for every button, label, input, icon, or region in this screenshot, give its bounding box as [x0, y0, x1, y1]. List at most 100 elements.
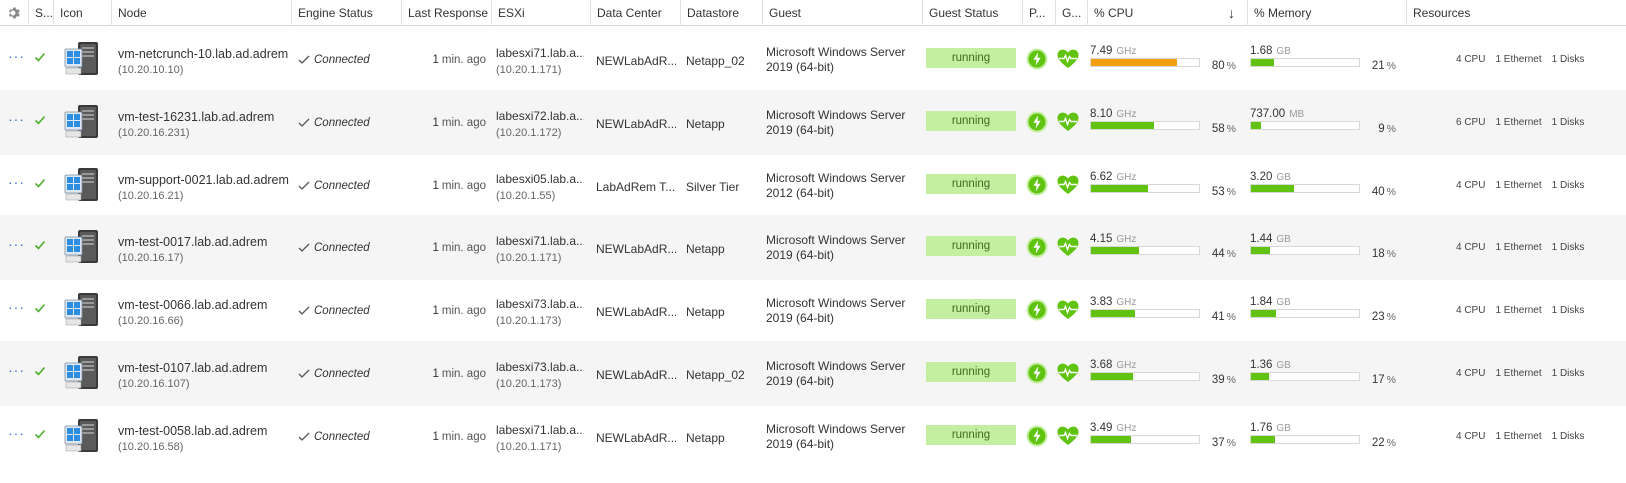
status-check-icon	[34, 241, 46, 251]
cpu-unit: GHz	[1116, 171, 1137, 183]
row-menu-button[interactable]: ···	[8, 178, 25, 186]
row-menu-button[interactable]: ···	[8, 429, 25, 437]
esxi-host-ip: (10.20.1.172)	[496, 126, 562, 139]
memory-usage-bar	[1250, 58, 1360, 67]
node-name[interactable]: vm-netcrunch-10.lab.ad.adrem	[118, 47, 288, 61]
esxi-host-name[interactable]: labesxi71.lab.a...	[496, 46, 584, 60]
table-row[interactable]: ··· vm-test-0107.lab.ad.adrem (10.20.16.…	[0, 341, 1626, 406]
memory-percent: 17%	[1360, 374, 1396, 386]
heartbeat-icon[interactable]	[1056, 362, 1080, 384]
column-header-memory[interactable]: % Memory	[1247, 0, 1406, 26]
status-check-icon	[34, 429, 46, 439]
column-header-guest-status[interactable]: Guest Status	[922, 0, 1022, 26]
memory-unit: GB	[1276, 171, 1291, 183]
row-menu-button[interactable]: ···	[8, 303, 25, 311]
table-row[interactable]: ··· vm-test-0066.lab.ad.adrem (10.20.16.…	[0, 278, 1626, 343]
memory-value: 1.68 GB	[1250, 43, 1291, 57]
power-icon[interactable]	[1026, 362, 1048, 384]
cpu-unit: GHz	[1116, 422, 1137, 434]
node-name[interactable]: vm-test-0058.lab.ad.adrem	[118, 424, 267, 438]
datastore: Netapp	[686, 430, 725, 445]
resource-disks: 1 Disks	[1551, 242, 1585, 254]
column-header-node[interactable]: Node	[111, 0, 291, 26]
cpu-amount: 3.68	[1090, 359, 1113, 371]
node-name[interactable]: vm-test-0017.lab.ad.adrem	[118, 235, 267, 249]
column-header-esxi[interactable]: ESXi	[491, 0, 590, 26]
memory-percent-sign: %	[1386, 60, 1396, 72]
table-row[interactable]: ··· vm-test-0017.lab.ad.adrem (10.20.16.…	[0, 215, 1626, 281]
memory-percent: 21%	[1360, 60, 1396, 72]
node-name[interactable]: vm-test-0107.lab.ad.adrem	[118, 361, 267, 375]
column-header-icon[interactable]: Icon	[53, 0, 111, 26]
memory-unit: MB	[1289, 108, 1305, 120]
memory-percent: 23%	[1360, 311, 1396, 323]
power-icon[interactable]	[1026, 48, 1048, 70]
table-row[interactable]: ··· vm-test-16231.lab.ad.adrem (10.20.16…	[0, 89, 1626, 155]
heartbeat-icon[interactable]	[1056, 425, 1080, 447]
status-check-icon	[34, 178, 46, 188]
heartbeat-icon[interactable]	[1056, 174, 1080, 196]
heartbeat-icon[interactable]	[1056, 299, 1080, 321]
data-center: NEWLabAdR...	[596, 368, 676, 382]
esxi-host-name[interactable]: labesxi71.lab.a...	[496, 423, 584, 437]
cpu-amount: 7.49	[1090, 45, 1113, 57]
column-header-engine-status[interactable]: Engine Status	[291, 0, 401, 26]
node-name[interactable]: vm-support-0021.lab.ad.adrem	[118, 173, 289, 187]
heartbeat-icon[interactable]	[1056, 111, 1080, 133]
heartbeat-icon[interactable]	[1056, 48, 1080, 70]
row-menu-button[interactable]: ···	[8, 366, 25, 374]
cpu-usage-fill	[1091, 373, 1134, 380]
table-row[interactable]: ··· vm-test-0058.lab.ad.adrem (10.20.16.…	[0, 404, 1626, 469]
cpu-percent-value: 37	[1211, 436, 1225, 449]
last-response-value: 1	[432, 242, 439, 255]
esxi-host-name[interactable]: labesxi73.lab.a...	[496, 360, 584, 374]
esxi-host-ip: (10.20.1.173)	[496, 315, 562, 328]
data-center: NEWLabAdR...	[596, 116, 676, 131]
cpu-usage-fill	[1091, 184, 1149, 192]
cpu-usage-bar	[1090, 183, 1200, 193]
column-header-guest-health[interactable]: G...	[1055, 0, 1087, 26]
last-response-value: 1	[432, 305, 439, 318]
power-icon[interactable]	[1026, 236, 1048, 258]
column-header-datastore[interactable]: Datastore	[680, 0, 762, 26]
power-icon[interactable]	[1026, 174, 1048, 196]
column-header-data-center[interactable]: Data Center	[590, 0, 680, 26]
table-row[interactable]: ··· vm-netcrunch-10.lab.ad.adrem (10.20.…	[0, 27, 1626, 92]
last-response-unit: min. ago	[441, 116, 486, 129]
node-name[interactable]: vm-test-16231.lab.ad.adrem	[118, 110, 274, 124]
guest-os: Microsoft Windows Server 2019 (64-bit)	[766, 422, 916, 452]
cpu-unit: GHz	[1116, 360, 1137, 371]
guest-status-badge: running	[926, 299, 1016, 320]
esxi-host-name[interactable]: labesxi05.lab.a...	[496, 172, 584, 186]
row-menu-button[interactable]: ···	[8, 52, 25, 60]
esxi-host-name[interactable]: labesxi73.lab.a...	[496, 297, 584, 311]
column-header-power[interactable]: P...	[1022, 0, 1055, 26]
esxi-host-name[interactable]: labesxi71.lab.a...	[496, 234, 584, 248]
column-header-guest[interactable]: Guest	[762, 0, 922, 26]
windows-server-icon	[64, 293, 98, 327]
cpu-value: 3.83 GHz	[1090, 294, 1136, 308]
power-icon[interactable]	[1026, 425, 1048, 447]
column-header-cpu[interactable]: % CPU	[1087, 0, 1247, 26]
last-response: 1 min. ago	[407, 54, 486, 66]
cpu-percent-value: 39	[1211, 374, 1225, 386]
column-header-status[interactable]: S...	[28, 0, 53, 26]
sort-descending-icon[interactable]: ↓	[1228, 0, 1235, 26]
cpu-percent-sign: %	[1226, 248, 1236, 261]
column-header-resources[interactable]: Resources	[1406, 0, 1626, 26]
memory-usage-bar	[1250, 434, 1360, 444]
row-menu-button[interactable]: ···	[8, 115, 25, 123]
column-header-last-response[interactable]: Last Response	[401, 0, 491, 26]
power-icon[interactable]	[1026, 111, 1048, 133]
row-menu-button[interactable]: ···	[8, 240, 25, 248]
column-settings-button[interactable]	[0, 0, 28, 26]
resource-ethernet: 1 Ethernet	[1495, 116, 1542, 128]
memory-usage-fill	[1251, 435, 1275, 443]
heartbeat-icon[interactable]	[1056, 236, 1080, 258]
cpu-unit: GHz	[1116, 108, 1137, 120]
power-icon[interactable]	[1026, 299, 1048, 321]
table-row[interactable]: ··· vm-support-0021.lab.ad.adrem (10.20.…	[0, 153, 1626, 218]
esxi-host-name[interactable]: labesxi72.lab.a...	[496, 109, 584, 123]
guest-os: Microsoft Windows Server 2019 (64-bit)	[766, 45, 916, 75]
node-name[interactable]: vm-test-0066.lab.ad.adrem	[118, 298, 267, 312]
